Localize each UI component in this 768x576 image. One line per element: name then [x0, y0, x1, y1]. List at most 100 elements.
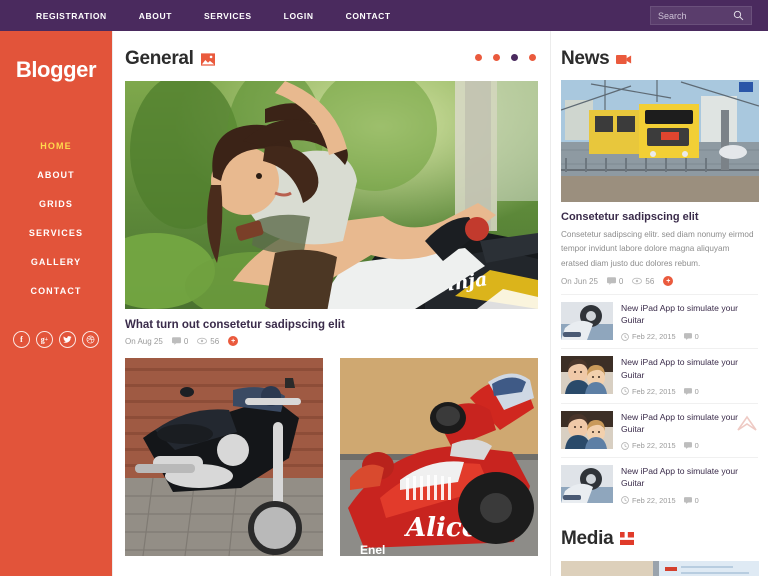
hero-add-badge[interactable]: +	[228, 336, 239, 346]
media-section-header: Media	[561, 524, 758, 554]
list-item-date: Feb 22, 2015	[621, 332, 676, 341]
scroll-to-top-icon[interactable]	[736, 413, 758, 433]
top-bar: REGISTRATION ABOUT SERVICES LOGIN CONTAC…	[0, 0, 768, 31]
sidebar-item-about[interactable]: ABOUT	[0, 160, 112, 189]
hero-comment-count: 0	[171, 337, 188, 346]
list-item-meta: Feb 22, 2015 0	[621, 387, 758, 396]
main-content: General Ninja What turn out consetetur s…	[112, 31, 550, 576]
carousel-dot-2[interactable]	[493, 54, 500, 61]
news-featured-meta: On Jun 25 0 56 +	[561, 276, 758, 287]
sidebar-item-home[interactable]: HOME	[0, 131, 112, 160]
list-item-date: Feb 22, 2015	[621, 496, 676, 505]
hero-post-meta: On Aug 25 0 56 +	[125, 336, 538, 346]
site-logo[interactable]: Blogger	[0, 57, 112, 83]
news-featured-comment-count: 0	[606, 277, 623, 286]
list-item-comment-count: 0	[683, 441, 699, 450]
topnav-item-login[interactable]: LOGIN	[268, 11, 330, 21]
sidebar-item-gallery[interactable]: GALLERY	[0, 247, 112, 276]
list-item-comment-count: 0	[683, 332, 699, 341]
section-title-news: News	[561, 48, 610, 69]
twitter-icon[interactable]	[59, 331, 76, 348]
list-item[interactable]: New iPad App to simulate your Guitar Feb…	[561, 402, 758, 457]
carousel-dot-3[interactable]	[511, 54, 518, 61]
news-featured-date: On Jun 25	[561, 276, 598, 286]
right-sidebar: News Consetetur sadipscing elit Consetet…	[550, 31, 768, 576]
topnav-item-services[interactable]: SERVICES	[188, 11, 268, 21]
list-item-thumbnail	[561, 356, 613, 395]
sidebar: Blogger HOME ABOUT GRIDS SERVICES GALLER…	[0, 31, 112, 576]
topnav-item-registration[interactable]: REGISTRATION	[20, 11, 123, 21]
sidebar-item-services[interactable]: SERVICES	[0, 218, 112, 247]
list-item-date: Feb 22, 2015	[621, 441, 676, 450]
hero-image[interactable]: Ninja	[125, 81, 538, 309]
search-box[interactable]	[650, 6, 752, 25]
list-item-title[interactable]: New iPad App to simulate your Guitar	[621, 302, 758, 326]
general-section-header: General	[125, 44, 538, 74]
news-featured-image[interactable]	[561, 80, 759, 202]
clock-icon	[621, 441, 629, 450]
comment-icon	[683, 442, 692, 450]
clock-icon	[621, 333, 629, 341]
section-title-media: Media	[561, 527, 614, 549]
topnav-item-about[interactable]: ABOUT	[123, 11, 188, 21]
post-card-grid: Alice Enel	[125, 358, 538, 556]
list-item-thumbnail	[561, 410, 613, 449]
comment-icon	[171, 337, 181, 345]
list-item-thumbnail	[561, 302, 613, 341]
news-featured-view-count: 56	[632, 277, 654, 286]
list-item[interactable]: New iPad App to simulate your Guitar Feb…	[561, 457, 758, 511]
search-icon[interactable]	[729, 7, 747, 24]
film-icon	[620, 532, 635, 546]
carousel-dot-4[interactable]	[529, 54, 536, 61]
news-featured-title[interactable]: Consetetur sadipscing elit	[561, 211, 758, 223]
google-plus-icon[interactable]: g +	[36, 331, 53, 348]
comment-icon	[683, 388, 692, 395]
list-item-meta: Feb 22, 2015 0	[621, 332, 758, 341]
hero-post-date: On Aug 25	[125, 336, 163, 346]
post-card-image-2[interactable]: Alice Enel	[340, 358, 538, 556]
list-item-date: Feb 22, 2015	[621, 387, 676, 396]
facebook-icon[interactable]: f	[13, 331, 30, 348]
svg-text:Enel: Enel	[360, 543, 385, 556]
list-item-body: New iPad App to simulate your Guitar Feb…	[621, 465, 758, 504]
top-navigation: REGISTRATION ABOUT SERVICES LOGIN CONTAC…	[20, 11, 407, 21]
list-item-thumbnail	[561, 465, 613, 504]
news-list: New iPad App to simulate your Guitar Feb…	[561, 294, 758, 512]
carousel-dot-1[interactable]	[475, 54, 482, 61]
dribbble-icon[interactable]	[82, 331, 99, 348]
news-section-header: News	[561, 44, 758, 74]
video-camera-icon	[616, 54, 632, 65]
media-image[interactable]	[561, 560, 759, 576]
sidebar-item-contact[interactable]: CONTACT	[0, 276, 112, 305]
eye-icon	[197, 337, 208, 345]
list-item[interactable]: New iPad App to simulate your Guitar Feb…	[561, 348, 758, 402]
comment-icon	[683, 496, 692, 504]
topnav-item-contact[interactable]: CONTACT	[330, 11, 407, 21]
comment-icon	[683, 333, 692, 341]
list-item-title[interactable]: New iPad App to simulate your Guitar	[621, 465, 758, 489]
list-item-meta: Feb 22, 2015 0	[621, 496, 758, 505]
hero-view-count: 56	[197, 337, 219, 346]
section-title-general: General	[125, 48, 194, 69]
news-featured-badge[interactable]: +	[663, 276, 674, 287]
list-item-title[interactable]: New iPad App to simulate your Guitar	[621, 356, 758, 380]
sidebar-navigation: HOME ABOUT GRIDS SERVICES GALLERY CONTAC…	[0, 131, 112, 305]
hero-post-title[interactable]: What turn out consetetur sadipscing elit	[125, 319, 538, 331]
social-links: f g +	[0, 331, 112, 348]
list-item[interactable]: New iPad App to simulate your Guitar Feb…	[561, 294, 758, 348]
carousel-indicators	[475, 54, 536, 61]
eye-icon	[632, 277, 643, 285]
list-item-meta: Feb 22, 2015 0	[621, 441, 758, 450]
list-item-comment-count: 0	[683, 496, 699, 505]
search-input[interactable]	[651, 7, 729, 24]
list-item-body: New iPad App to simulate your Guitar Feb…	[621, 302, 758, 341]
sidebar-item-grids[interactable]: GRIDS	[0, 189, 112, 218]
post-card-image-1[interactable]	[125, 358, 323, 556]
list-item-body: New iPad App to simulate your Guitar Feb…	[621, 356, 758, 395]
clock-icon	[621, 387, 629, 396]
image-icon	[200, 52, 215, 66]
clock-icon	[621, 496, 629, 504]
comment-icon	[606, 277, 616, 285]
news-featured-body: Consetetur sadipscing elitr. sed diam no…	[561, 230, 754, 268]
list-item-comment-count: 0	[683, 387, 699, 396]
